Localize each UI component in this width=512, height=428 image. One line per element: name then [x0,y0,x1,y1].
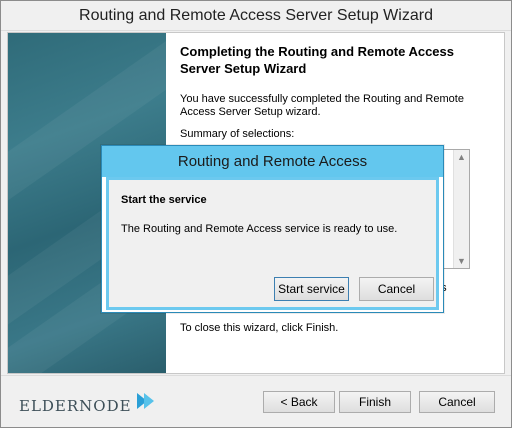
finish-button[interactable]: Finish [339,391,411,413]
summary-scrollbar[interactable]: ▲ ▼ [453,150,469,268]
dialog-cancel-button[interactable]: Cancel [359,277,434,301]
wizard-content: Completing the Routing and Remote Access… [180,43,480,141]
eldernode-logo: eldernode [19,392,132,416]
wizard-cancel-button[interactable]: Cancel [419,391,495,413]
dialog-titlebar[interactable]: Routing and Remote Access [102,146,443,177]
dialog-frame: Start the service The Routing and Remote… [106,177,439,310]
start-service-dialog: Routing and Remote Access Start the serv… [101,145,444,313]
wizard-titlebar[interactable]: Routing and Remote Access Server Setup W… [1,1,511,31]
scroll-up-icon[interactable]: ▲ [454,150,469,164]
wizard-heading: Completing the Routing and Remote Access… [180,44,454,76]
logo-arrow-icon [137,393,154,409]
logo-text: eldernode [19,392,132,416]
wizard-close-text: To close this wizard, click Finish. [180,322,339,334]
wizard-footer: eldernode < Back Finish Cancel [1,375,511,427]
scroll-down-icon[interactable]: ▼ [454,254,469,268]
dialog-heading: Start the service [121,194,207,206]
dialog-body: Start the service The Routing and Remote… [109,180,436,307]
summary-label: Summary of selections: [180,128,295,140]
dialog-title: Routing and Remote Access [177,153,368,170]
wizard-title: Routing and Remote Access Server Setup W… [79,7,433,24]
wizard-success-text: You have successfully completed the Rout… [180,93,464,118]
back-button[interactable]: < Back [263,391,335,413]
start-service-button[interactable]: Start service [274,277,349,301]
dialog-message: The Routing and Remote Access service is… [121,223,398,235]
